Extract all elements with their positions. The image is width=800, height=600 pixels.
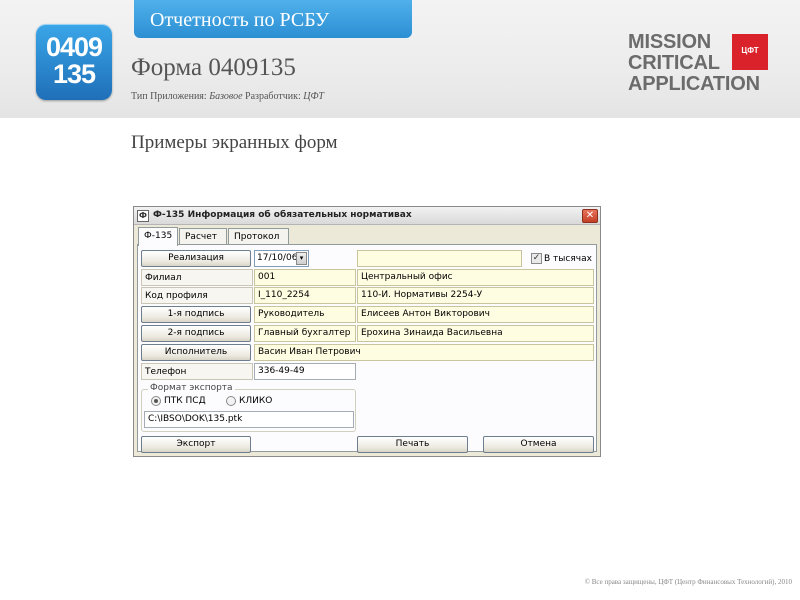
form-number-badge: 0409 135	[36, 24, 112, 100]
realization-button[interactable]: Реализация	[141, 250, 251, 267]
meta-type-value: Базовое	[209, 91, 243, 102]
export-path-field[interactable]: C:\IBSO\DOK\135.ptk	[144, 411, 354, 428]
tab-protocol[interactable]: Протокол	[228, 228, 289, 245]
meta-dev-label: Разработчик:	[245, 91, 301, 102]
section-tab[interactable]: Отчетность по РСБУ	[134, 0, 412, 38]
radio-ptk-psd-label: ПТК ПСД	[164, 396, 206, 406]
executor-button[interactable]: Исполнитель	[141, 344, 251, 361]
radio-kliko[interactable]	[226, 396, 236, 406]
tab-calculation[interactable]: Расчет	[179, 228, 227, 245]
badge-line-2: 135	[52, 59, 96, 89]
branch-code-field[interactable]: 001	[254, 269, 356, 286]
second-signature-button[interactable]: 2-я подпись	[141, 325, 251, 342]
date-picker[interactable]: 17/10/06 ▾	[254, 250, 309, 267]
first-signer-name-field[interactable]: Елисеев Антон Викторович	[357, 306, 594, 323]
cancel-button[interactable]: Отмена	[483, 436, 594, 453]
radio-ptk-psd[interactable]	[151, 396, 161, 406]
app-meta-line: Тип Приложения: Базовое Разработчик: ЦФТ	[131, 91, 324, 102]
meta-type-label: Тип Приложения:	[131, 91, 207, 102]
section-subtitle: Примеры экранных форм	[131, 132, 338, 153]
page-title: Форма 0409135	[131, 54, 296, 81]
tab-f135[interactable]: Ф-135	[138, 227, 178, 246]
dialog-title: Ф-135 Информация об обязательных нормати…	[153, 210, 412, 220]
logo-line-3: APPLICATION	[628, 73, 760, 95]
branch-label: Филиал	[141, 269, 253, 286]
cft-logo-mark: ЦФТ	[732, 34, 768, 70]
thousands-label: В тысячах	[544, 254, 592, 264]
branch-name-field[interactable]: Центральный офис	[357, 269, 594, 286]
export-button[interactable]: Экспорт	[141, 436, 251, 453]
tab-panel-f135: Реализация 17/10/06 ▾ ✓ В тысячах Филиал…	[137, 244, 597, 453]
radio-kliko-label: КЛИКО	[239, 396, 273, 406]
badge-line-1: 0409	[45, 32, 103, 62]
realization-info-field[interactable]	[357, 250, 522, 267]
first-signature-button[interactable]: 1-я подпись	[141, 306, 251, 323]
chevron-down-icon[interactable]: ▾	[296, 252, 307, 265]
profile-code-label: Код профиля	[141, 287, 253, 304]
thousands-checkbox[interactable]: ✓	[531, 253, 542, 264]
profile-name-field[interactable]: 110-И. Нормативы 2254-У	[357, 287, 594, 304]
export-format-group: Формат экспорта ПТК ПСД КЛИКО C:\IBSO\DO…	[141, 383, 356, 432]
export-format-legend: Формат экспорта	[148, 383, 235, 393]
second-signer-name-field[interactable]: Ерохина Зинаида Васильевна	[357, 325, 594, 342]
dialog-titlebar[interactable]: Ф Ф-135 Информация об обязательных норма…	[134, 207, 600, 225]
copyright-notice: © Все права защищены, ЦФТ (Центр Финансо…	[584, 578, 792, 586]
first-signer-role-field[interactable]: Руководитель	[254, 306, 356, 323]
profile-code-field[interactable]: I_110_2254	[254, 287, 356, 304]
form-dialog: Ф Ф-135 Информация об обязательных норма…	[133, 206, 601, 457]
second-signer-role-field[interactable]: Главный бухгалтер	[254, 325, 356, 342]
close-icon[interactable]: ✕	[582, 209, 598, 223]
meta-dev-value: ЦФТ	[303, 91, 324, 102]
executor-field[interactable]: Васин Иван Петрович	[254, 344, 594, 361]
date-value: 17/10/06	[257, 253, 298, 263]
print-button[interactable]: Печать	[357, 436, 468, 453]
phone-field[interactable]: 336-49-49	[254, 363, 356, 380]
mission-critical-logo: MISSION CRITICAL APPLICATION ЦФТ	[628, 32, 778, 94]
app-icon: Ф	[137, 210, 149, 222]
phone-label: Телефон	[141, 363, 253, 380]
